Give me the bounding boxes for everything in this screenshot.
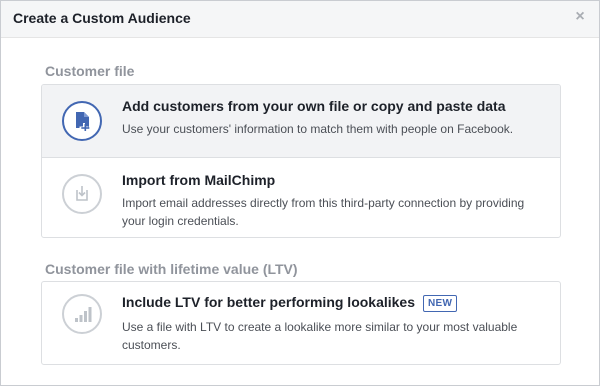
option-add-customers-from-file[interactable]: Add customers from your own file or copy…: [42, 85, 560, 157]
option-title: Add customers from your own file or copy…: [122, 98, 506, 114]
section-title-customer-file: Customer file: [45, 63, 135, 79]
option-description: Import email addresses directly from thi…: [122, 196, 525, 228]
dialog-title: Create a Custom Audience: [13, 10, 191, 26]
section-title-ltv: Customer file with lifetime value (LTV): [45, 261, 298, 277]
dialog-header: Create a Custom Audience ×: [1, 1, 599, 38]
create-custom-audience-dialog: Create a Custom Audience × Customer file…: [0, 0, 600, 386]
option-title: Include LTV for better performing lookal…: [122, 294, 416, 310]
import-icon: [62, 174, 102, 214]
option-description: Use a file with LTV to create a lookalik…: [122, 320, 518, 352]
option-include-ltv[interactable]: Include LTV for better performing lookal…: [42, 282, 560, 364]
close-button[interactable]: ×: [571, 8, 589, 26]
bar-chart-icon: [62, 294, 102, 334]
new-badge: NEW: [423, 295, 458, 312]
customer-file-icon: [62, 101, 102, 141]
option-title: Import from MailChimp: [122, 172, 276, 188]
ltv-options: Include LTV for better performing lookal…: [41, 281, 561, 365]
close-icon: ×: [575, 8, 585, 25]
option-title-row: Include LTV for better performing lookal…: [122, 294, 458, 312]
option-description: Use your customers' information to match…: [122, 122, 514, 136]
option-import-from-mailchimp[interactable]: Import from MailChimp Import email addre…: [42, 157, 560, 237]
customer-file-options: Add customers from your own file or copy…: [41, 84, 561, 238]
